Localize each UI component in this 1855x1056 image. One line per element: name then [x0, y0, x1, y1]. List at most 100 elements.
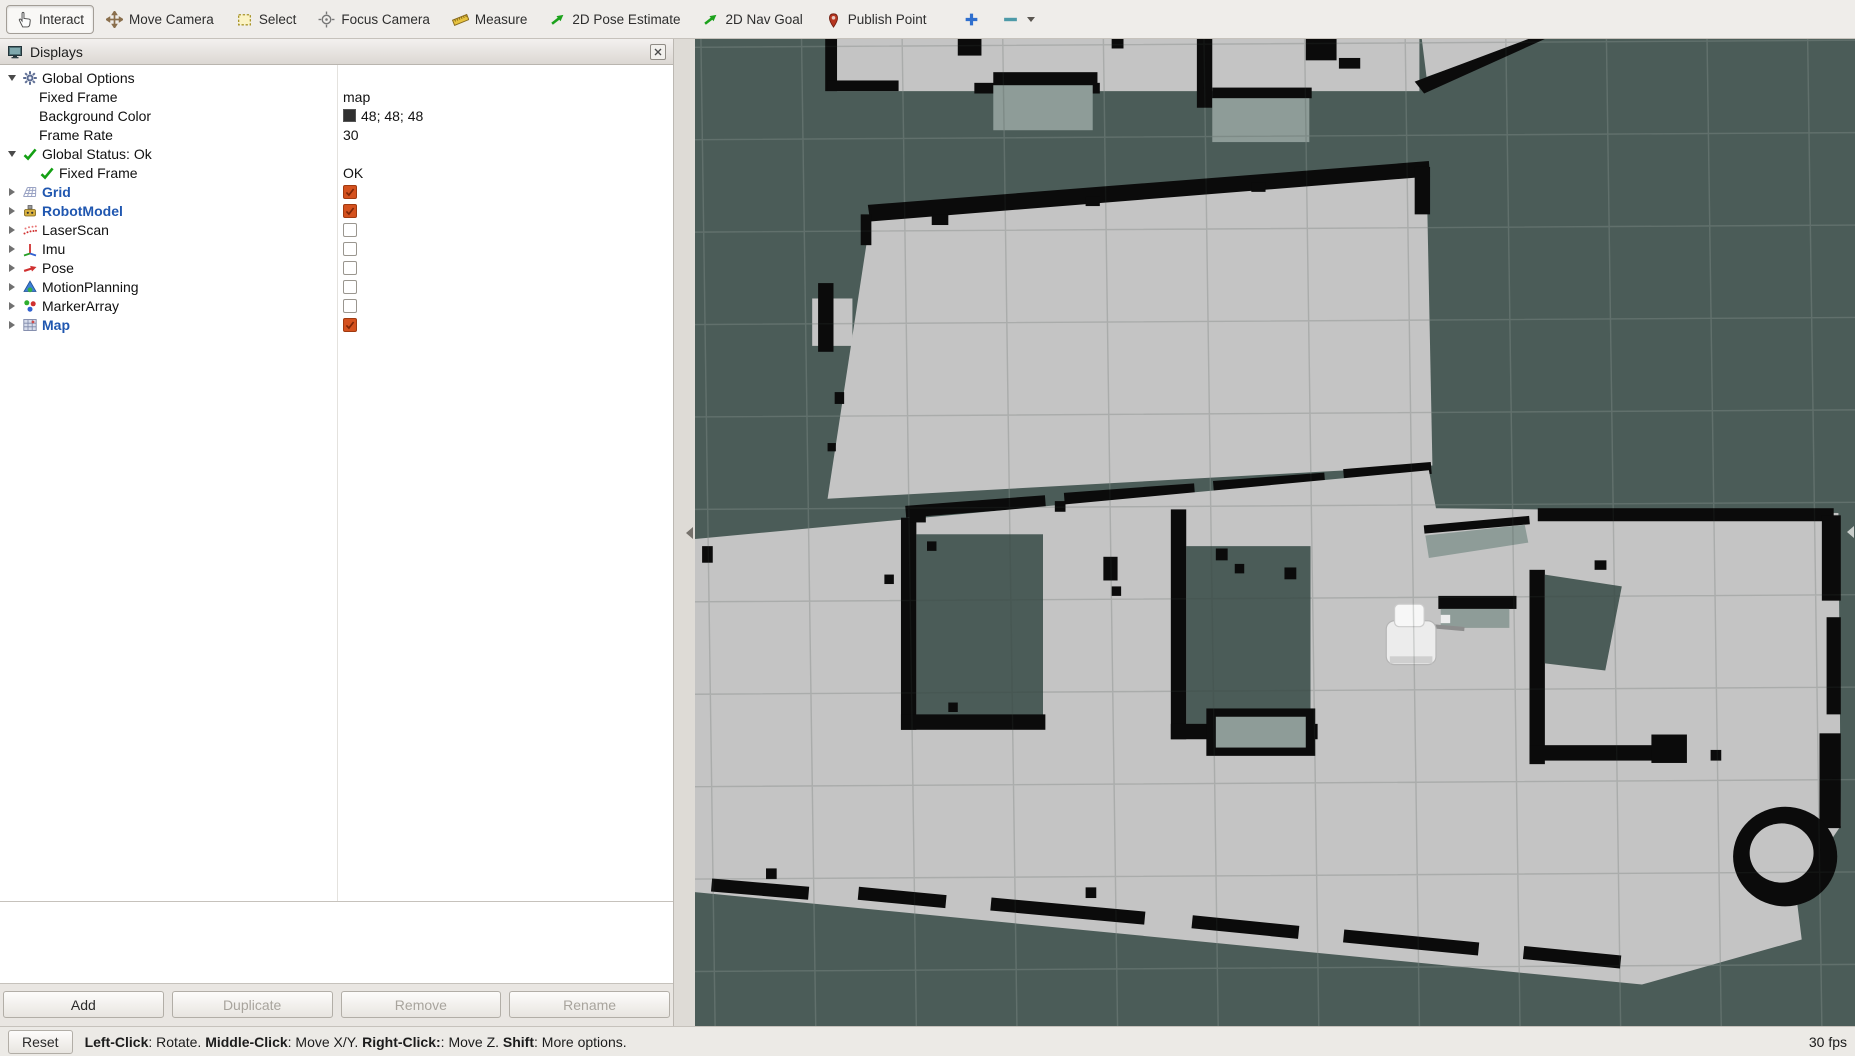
- displays-panel: Displays Global Options Fixed Frame map Bac…: [0, 39, 674, 1026]
- add-button[interactable]: Add: [3, 991, 164, 1018]
- tree-row-left: Fixed Frame: [0, 165, 337, 181]
- tree-label: Fixed Frame: [39, 89, 118, 105]
- expander-icon[interactable]: [6, 283, 18, 291]
- collapse-right-icon[interactable]: [1847, 526, 1854, 538]
- select-icon: [236, 11, 253, 28]
- hand-icon: [16, 11, 33, 28]
- property-help-area: [0, 902, 673, 984]
- tree-row-value: 30: [337, 127, 673, 143]
- expander-icon[interactable]: [6, 75, 18, 81]
- expander-icon[interactable]: [6, 188, 18, 196]
- tree-row-left: Global Options: [0, 70, 337, 86]
- tree-row-left: RobotModel: [0, 203, 337, 219]
- duplicate-button[interactable]: Duplicate: [172, 991, 333, 1018]
- map-3d-render: [695, 39, 1855, 1026]
- tree-row-left: Global Status: Ok: [0, 146, 337, 162]
- display-enabled-checkbox[interactable]: [343, 261, 357, 275]
- rename-button[interactable]: Rename: [509, 991, 670, 1018]
- tree-label: Frame Rate: [39, 127, 113, 143]
- property-value[interactable]: 30: [343, 127, 359, 143]
- property-value[interactable]: map: [343, 89, 370, 105]
- tree-row-left: Grid: [0, 184, 337, 200]
- main-area: Displays Global Options Fixed Frame map Bac…: [0, 39, 1855, 1026]
- tree-label: Grid: [42, 184, 71, 200]
- displays-actions: Add Duplicate Remove Rename: [0, 984, 673, 1026]
- marker-icon: [22, 298, 38, 314]
- check-icon: [22, 146, 38, 162]
- tree-row-left: Frame Rate: [0, 127, 337, 143]
- laser-icon: [22, 222, 38, 238]
- display-enabled-checkbox[interactable]: [343, 204, 357, 218]
- expander-icon[interactable]: [6, 302, 18, 310]
- plus-icon: [963, 11, 980, 28]
- tree-row-value: map: [337, 89, 673, 105]
- expander-icon[interactable]: [6, 226, 18, 234]
- pose-icon: [22, 260, 38, 276]
- property-value[interactable]: OK: [343, 165, 363, 181]
- tree-label: Global Options: [42, 70, 135, 86]
- check-icon: [39, 165, 55, 181]
- display-enabled-checkbox[interactable]: [343, 318, 357, 332]
- display-enabled-checkbox[interactable]: [343, 223, 357, 237]
- tool-publish-point[interactable]: Publish Point: [815, 5, 937, 34]
- panel-close-button[interactable]: [650, 44, 666, 60]
- status-bar: Reset Left-Click: Rotate. Middle-Click: …: [0, 1026, 1855, 1056]
- remove-button[interactable]: Remove: [341, 991, 502, 1018]
- tree-row-value: [337, 280, 673, 294]
- display-enabled-checkbox[interactable]: [343, 185, 357, 199]
- tool-interact[interactable]: Interact: [6, 5, 94, 34]
- map-icon: [22, 317, 38, 333]
- expander-icon[interactable]: [6, 245, 18, 253]
- display-enabled-checkbox[interactable]: [343, 242, 357, 256]
- collapse-left-icon: [686, 527, 693, 539]
- panel-splitter[interactable]: [674, 39, 695, 1026]
- expander-icon[interactable]: [6, 264, 18, 272]
- tree-row-left: Background Color: [0, 108, 337, 124]
- expander-icon[interactable]: [6, 151, 18, 157]
- tool-measure[interactable]: Measure: [442, 5, 538, 34]
- remove-tool-button[interactable]: [992, 5, 1045, 34]
- fps-counter: 30 fps: [1809, 1034, 1847, 1050]
- move-icon: [106, 11, 123, 28]
- property-value[interactable]: 48; 48; 48: [361, 108, 423, 124]
- arrow-icon: [549, 11, 566, 28]
- expander-icon[interactable]: [6, 207, 18, 215]
- toolbar: InteractMove CameraSelectFocus CameraMea…: [0, 0, 1855, 39]
- tree-row-left: Pose: [0, 260, 337, 276]
- color-swatch: [343, 109, 356, 122]
- mouse-hints: Left-Click: Rotate. Middle-Click: Move X…: [85, 1034, 627, 1050]
- tree-row-value: [337, 204, 673, 218]
- tree-row-value: OK: [337, 165, 673, 181]
- rviz-window: InteractMove CameraSelectFocus CameraMea…: [0, 0, 1855, 1056]
- display-enabled-checkbox[interactable]: [343, 280, 357, 294]
- add-tool-button[interactable]: [953, 5, 990, 34]
- tree-column-divider[interactable]: [337, 65, 338, 901]
- displays-panel-titlebar[interactable]: Displays: [0, 39, 673, 65]
- pin-icon: [825, 11, 842, 28]
- tool-2d-pose-estimate[interactable]: 2D Pose Estimate: [539, 5, 690, 34]
- displays-tree: Global Options Fixed Frame map Background C…: [0, 65, 673, 902]
- tool-2d-nav-goal[interactable]: 2D Nav Goal: [692, 5, 812, 34]
- expander-icon[interactable]: [6, 321, 18, 329]
- reset-button[interactable]: Reset: [8, 1030, 73, 1054]
- focus-icon: [318, 11, 335, 28]
- grid-icon: [22, 184, 38, 200]
- tool-focus-camera[interactable]: Focus Camera: [308, 5, 440, 34]
- tree-label: Fixed Frame: [59, 165, 138, 181]
- 3d-viewport[interactable]: [695, 39, 1855, 1026]
- motion-icon: [22, 279, 38, 295]
- tree-label: Global Status: Ok: [42, 146, 152, 162]
- tool-select[interactable]: Select: [226, 5, 307, 34]
- tree-row-left: MarkerArray: [0, 298, 337, 314]
- tree-row-value: [337, 261, 673, 275]
- arrow-icon: [702, 11, 719, 28]
- tree-row-left: MotionPlanning: [0, 279, 337, 295]
- display-enabled-checkbox[interactable]: [343, 299, 357, 313]
- imu-icon: [22, 241, 38, 257]
- tree-row-value: [337, 223, 673, 237]
- tool-move-camera[interactable]: Move Camera: [96, 5, 224, 34]
- minus-icon: [1002, 11, 1019, 28]
- tree-label: Imu: [42, 241, 65, 257]
- robot-icon: [22, 203, 38, 219]
- tree-row-value: [337, 299, 673, 313]
